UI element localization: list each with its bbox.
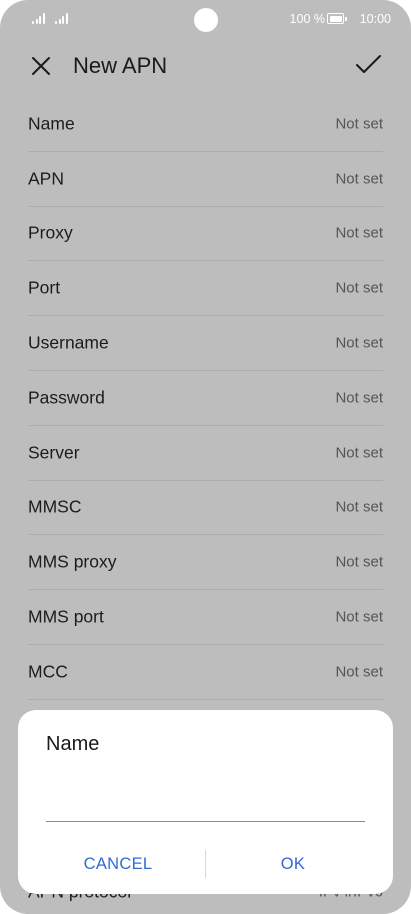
setting-label: MMS proxy	[28, 551, 117, 572]
page-title: New APN	[73, 53, 168, 78]
camera-cutout	[194, 8, 218, 32]
status-time: 10:00	[359, 12, 391, 26]
setting-label: MMSC	[28, 496, 82, 517]
battery-percentage: 100 %	[289, 12, 325, 26]
setting-row-server[interactable]: Server Not set	[28, 426, 383, 481]
setting-label: Port	[28, 277, 61, 298]
status-bar: 100 % 10:00	[0, 0, 411, 40]
setting-value: Not set	[335, 224, 383, 242]
setting-label: Proxy	[28, 222, 73, 243]
name-dialog: Name CANCEL OK	[18, 710, 393, 894]
setting-value: Not set	[335, 334, 383, 352]
setting-row-mms-proxy[interactable]: MMS proxy Not set	[28, 535, 383, 591]
setting-row-mmsc[interactable]: MMSC Not set	[28, 481, 383, 536]
setting-row-proxy[interactable]: Proxy Not set	[28, 207, 383, 262]
setting-label: MCC	[28, 661, 68, 682]
setting-value: Not set	[335, 279, 383, 297]
phone-screen: 100 % 10:00 New APN Name Not set APN Not…	[0, 0, 411, 914]
setting-value: Not set	[335, 663, 383, 681]
setting-label: Name	[28, 113, 75, 134]
setting-row-username[interactable]: Username Not set	[28, 316, 383, 371]
dialog-title: Name	[46, 733, 100, 755]
setting-label: Password	[28, 387, 105, 408]
setting-label: Server	[28, 442, 80, 463]
setting-label: MMS port	[28, 606, 104, 627]
checkmark-icon[interactable]	[353, 52, 383, 78]
battery-icon	[327, 13, 347, 24]
setting-row-mcc[interactable]: MCC Not set	[28, 645, 383, 700]
ok-button[interactable]: OK	[208, 848, 378, 880]
setting-value: Not set	[335, 389, 383, 407]
setting-value: Not set	[335, 498, 383, 516]
name-input[interactable]	[46, 790, 365, 822]
setting-value: Not set	[335, 115, 383, 133]
dialog-actions: CANCEL OK	[18, 848, 393, 880]
setting-label: APN	[28, 168, 64, 189]
apn-settings-list: Name Not set APN Not set Proxy Not set P…	[0, 97, 411, 700]
setting-row-mms-port[interactable]: MMS port Not set	[28, 590, 383, 645]
divider	[205, 850, 206, 878]
toolbar: New APN	[0, 44, 411, 88]
setting-row-port[interactable]: Port Not set	[28, 261, 383, 317]
setting-value: Not set	[335, 170, 383, 188]
setting-value: Not set	[335, 553, 383, 571]
signal-icon	[55, 12, 68, 24]
setting-row-name[interactable]: Name Not set	[28, 97, 383, 152]
cancel-button[interactable]: CANCEL	[33, 848, 203, 880]
setting-label: Username	[28, 332, 109, 353]
setting-value: Not set	[335, 444, 383, 462]
setting-row-password[interactable]: Password Not set	[28, 371, 383, 426]
setting-value: Not set	[335, 608, 383, 626]
setting-row-apn[interactable]: APN Not set	[28, 152, 383, 207]
close-icon[interactable]	[28, 53, 54, 79]
signal-icon	[32, 12, 45, 24]
